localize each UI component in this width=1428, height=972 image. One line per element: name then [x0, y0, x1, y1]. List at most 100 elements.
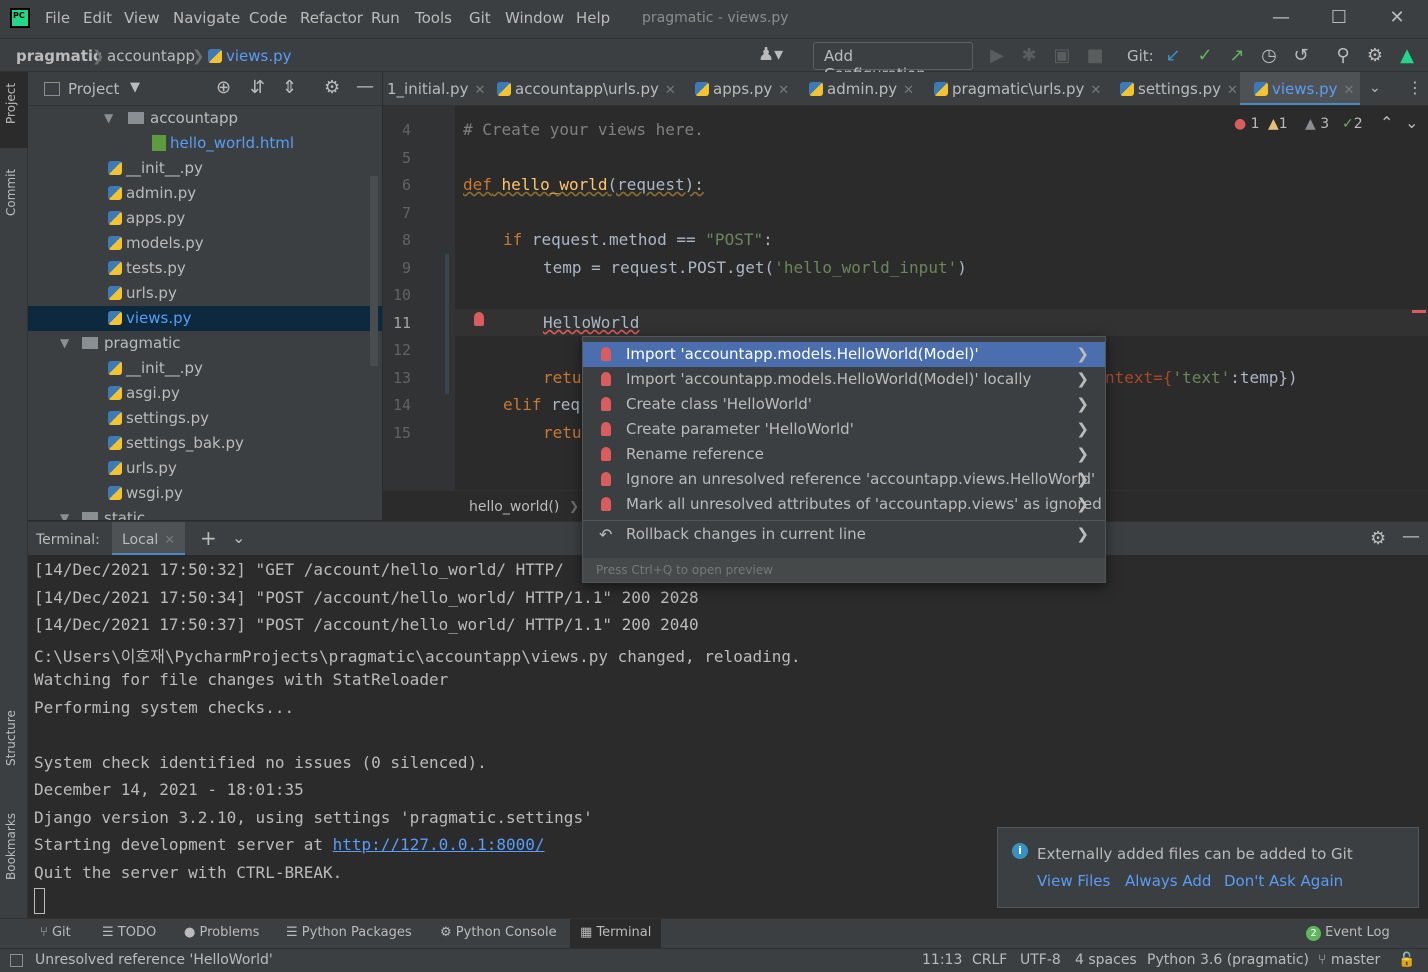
tab-settings[interactable]: settings.py ✕ [1120, 72, 1238, 105]
git-update-icon[interactable]: ↙ [1162, 45, 1184, 66]
tree-item-accountapp-folder[interactable]: ▼ accountapp [28, 106, 382, 131]
breadcrumb-project[interactable]: pragmatic [16, 47, 102, 65]
locate-icon[interactable]: ⊕ [216, 77, 231, 98]
project-panel-title[interactable]: Project [68, 80, 119, 98]
tab-apps[interactable]: apps.py ✕ [695, 72, 789, 105]
terminal-tool-button[interactable]: ▦ Terminal [570, 919, 662, 949]
lock-icon[interactable]: 🔓 [1398, 952, 1415, 968]
menu-git[interactable]: Git [469, 9, 491, 27]
intention-mark-ignored[interactable]: Mark all unresolved attributes of 'accou… [583, 492, 1105, 517]
error-bulb-icon[interactable] [474, 312, 484, 326]
tab-initial[interactable]: 1_initial.py ✕ [387, 72, 485, 105]
project-tool-label[interactable]: Project [4, 83, 18, 124]
chevron-down-icon[interactable]: ▼ [130, 80, 140, 95]
python-console-tool-button[interactable]: ⚙ Python Console [440, 925, 557, 940]
file-encoding[interactable]: UTF-8 [1020, 952, 1061, 968]
weak-warnings-count[interactable]: ▲ 3 [1305, 116, 1329, 132]
errors-count[interactable]: ● 1 [1234, 116, 1260, 132]
tree-item-file[interactable]: settings_bak.py [28, 431, 382, 456]
stop-icon[interactable]: ■ [1084, 45, 1106, 66]
menu-view[interactable]: View [124, 9, 160, 27]
intention-create-class[interactable]: Create class 'HelloWorld' ❯ [583, 392, 1105, 417]
chevron-down-icon[interactable]: ⌄ [232, 528, 245, 547]
run-icon[interactable]: ▶ [986, 45, 1008, 66]
tree-item-views-selected[interactable]: views.py [28, 306, 382, 331]
more-icon[interactable]: ⋮ [1407, 78, 1423, 97]
tree-item-file[interactable]: __init__.py [28, 356, 382, 381]
always-add-link[interactable]: Always Add [1125, 872, 1211, 890]
tree-scrollbar[interactable] [370, 176, 378, 366]
tab-list-chevron-icon[interactable]: ⌄ [1369, 80, 1381, 96]
menu-help[interactable]: Help [576, 9, 610, 27]
commit-tool-label[interactable]: Commit [4, 169, 18, 216]
debug-icon[interactable]: ✱ [1018, 45, 1040, 66]
tree-item-file[interactable]: apps.py [28, 206, 382, 231]
git-tool-button[interactable]: ⑂ Git [40, 925, 71, 940]
python-interpreter[interactable]: Python 3.6 (pragmatic) [1147, 952, 1309, 968]
git-push-icon[interactable]: ↗ [1226, 45, 1248, 66]
new-terminal-icon[interactable]: + [200, 526, 217, 550]
python-packages-tool-button[interactable]: ☰ Python Packages [286, 925, 412, 940]
tab-views-active[interactable]: views.py ✕ [1240, 72, 1361, 105]
tab-admin[interactable]: admin.py ✕ [809, 72, 914, 105]
tree-item-file[interactable]: tests.py [28, 256, 382, 281]
menu-navigate[interactable]: Navigate [173, 9, 240, 27]
caret-position[interactable]: 11:13 [922, 952, 962, 968]
layout-icon[interactable] [10, 954, 23, 967]
close-tab-icon[interactable]: ✕ [474, 83, 485, 98]
close-tab-icon[interactable]: ✕ [665, 83, 676, 98]
function-breadcrumb[interactable]: hello_world() [469, 499, 559, 515]
tab-pragmatic-urls[interactable]: pragmatic\urls.py ✕ [934, 72, 1101, 105]
settings-gear-icon[interactable]: ⚙ [1364, 45, 1386, 66]
intention-create-parameter[interactable]: Create parameter 'HelloWorld' ❯ [583, 417, 1105, 442]
tree-item-static-folder[interactable]: ▼ static [28, 506, 382, 520]
menu-code[interactable]: Code [249, 9, 287, 27]
menu-edit[interactable]: Edit [83, 9, 112, 27]
tree-item-file[interactable]: asgi.py [28, 381, 382, 406]
bookmarks-tool-label[interactable]: Bookmarks [4, 813, 18, 880]
maximize-icon[interactable]: ☐ [1324, 4, 1354, 32]
tree-item-html-file[interactable]: hello_world.html [28, 131, 382, 156]
minimize-icon[interactable]: — [1266, 4, 1296, 32]
unresolved-reference[interactable]: HelloWorld [543, 313, 639, 332]
structure-tool-label[interactable]: Structure [4, 710, 18, 766]
close-tab-icon[interactable]: ✕ [1227, 83, 1238, 98]
panel-settings-icon[interactable]: ⚙ [324, 77, 340, 98]
tab-accountapp-urls[interactable]: accountapp\urls.py ✕ [497, 72, 676, 105]
expand-all-icon[interactable]: ⇵ [250, 77, 265, 98]
git-commit-icon[interactable]: ✓ [1194, 45, 1216, 66]
todo-tool-button[interactable]: ☰ TODO [102, 925, 156, 940]
hide-panel-icon[interactable]: — [356, 76, 374, 97]
typos-count[interactable]: ✓2 [1342, 116, 1363, 132]
tree-item-file[interactable]: wsgi.py [28, 481, 382, 506]
menu-refactor[interactable]: Refactor [300, 9, 363, 27]
search-icon[interactable]: ⚲ [1332, 45, 1354, 66]
terminal-tab-local[interactable]: Local ✕ [112, 522, 186, 556]
hide-terminal-icon[interactable]: — [1402, 526, 1420, 547]
close-tab-icon[interactable]: ✕ [164, 533, 175, 548]
intention-ignore-reference[interactable]: Ignore an unresolved reference 'accounta… [583, 467, 1105, 492]
terminal-settings-icon[interactable]: ⚙ [1370, 528, 1386, 549]
dont-ask-again-link[interactable]: Don't Ask Again [1224, 872, 1343, 890]
intention-import-locally[interactable]: Import 'accountapp.models.HelloWorld(Mod… [583, 367, 1105, 392]
tree-item-file[interactable]: urls.py [28, 456, 382, 481]
intention-rename-reference[interactable]: Rename reference ❯ [583, 442, 1105, 467]
breadcrumb-folder[interactable]: accountapp [107, 47, 195, 65]
menu-run[interactable]: Run [371, 9, 400, 27]
change-marker[interactable] [445, 254, 449, 394]
next-problem-icon[interactable]: ⌄ [1405, 113, 1418, 132]
user-icon[interactable]: ♟▾ [758, 44, 783, 65]
tree-item-pragmatic-folder[interactable]: ▼ pragmatic [28, 331, 382, 356]
add-configuration-button[interactable]: Add Configuration... [813, 42, 973, 83]
tree-item-file[interactable]: urls.py [28, 281, 382, 306]
git-branch[interactable]: ⑂ master [1318, 952, 1380, 968]
menu-window[interactable]: Window [505, 9, 564, 27]
warnings-count[interactable]: ▲1 [1268, 116, 1288, 132]
collapse-all-icon[interactable]: ⇕ [282, 77, 297, 98]
indent-setting[interactable]: 4 spaces [1075, 952, 1137, 968]
tree-item-file[interactable]: settings.py [28, 406, 382, 431]
history-icon[interactable]: ◷ [1258, 45, 1280, 66]
problems-tool-button[interactable]: ● Problems [184, 925, 259, 940]
close-tab-icon[interactable]: ✕ [1344, 83, 1355, 98]
close-tab-icon[interactable]: ✕ [903, 83, 914, 98]
